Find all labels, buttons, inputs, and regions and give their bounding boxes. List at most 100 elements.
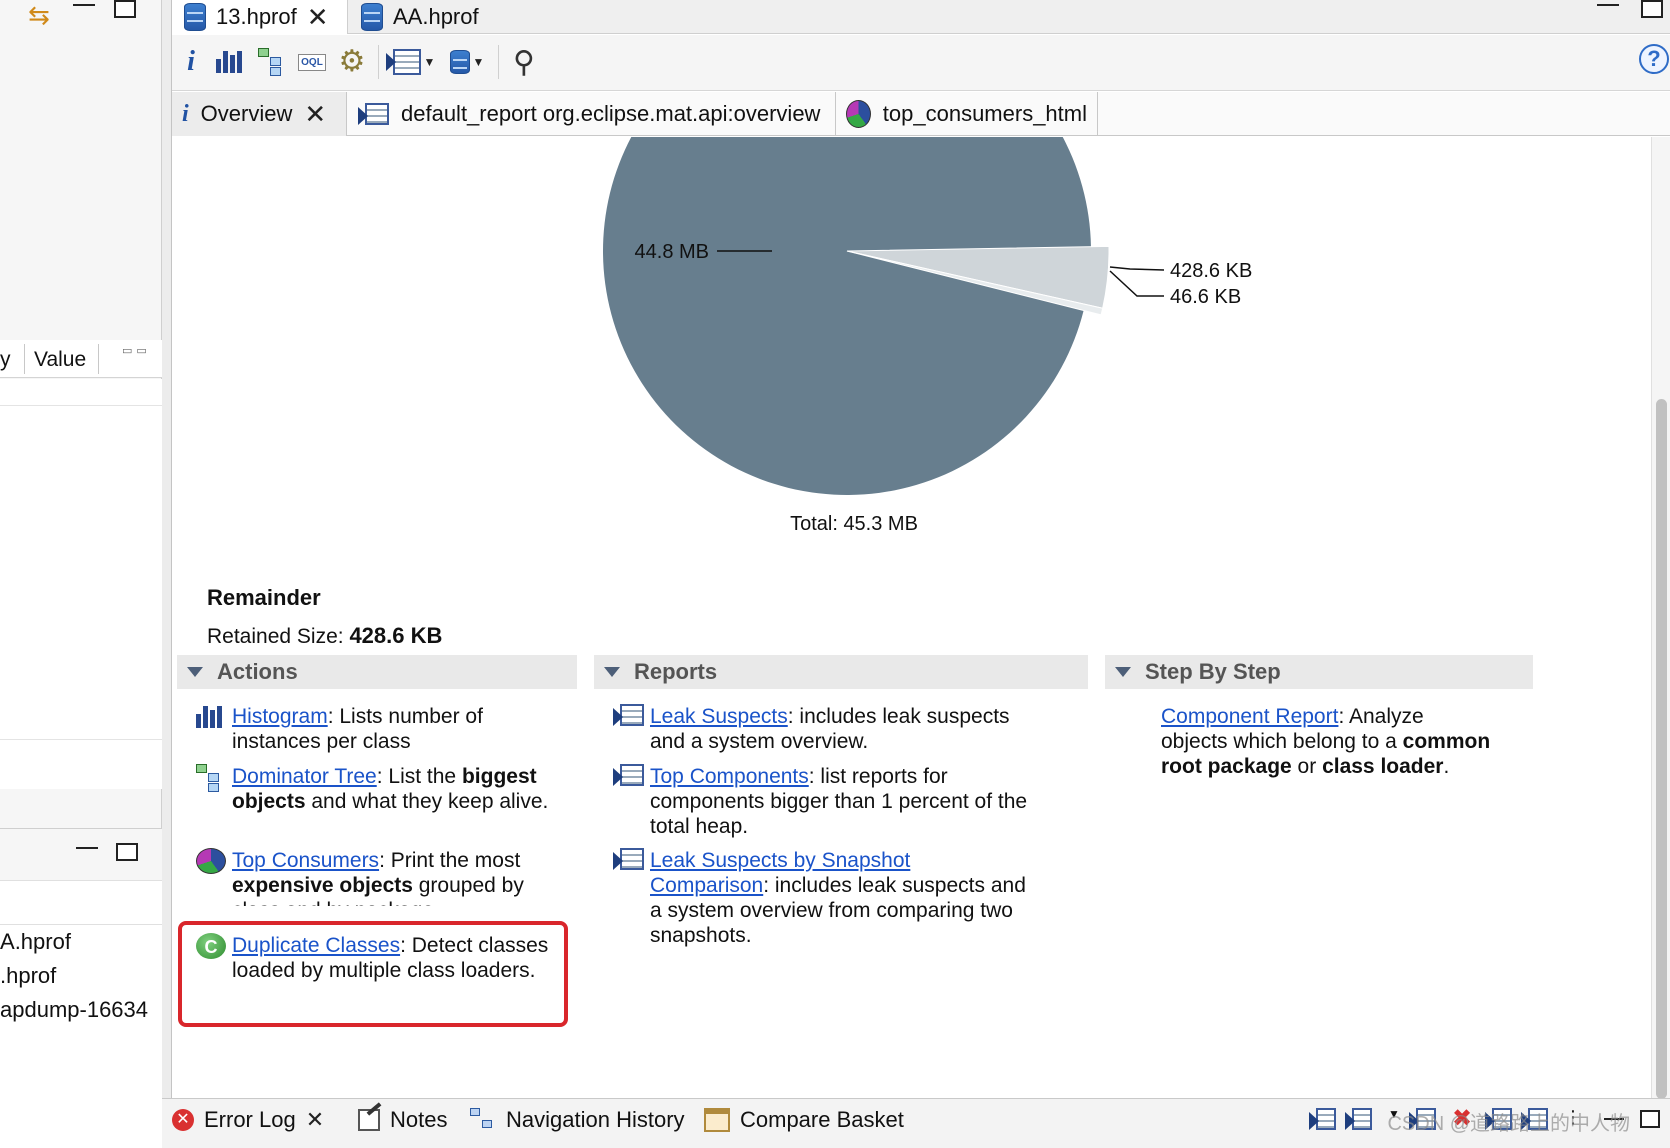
top-components-link[interactable]: Top Components: [650, 765, 809, 788]
search-icon[interactable]: ⚲: [506, 43, 542, 81]
column-divider[interactable]: [98, 344, 99, 374]
maximize-icon[interactable]: [1640, 1110, 1660, 1128]
result-tab-bar: i Overview ✕ default_report org.eclipse.…: [172, 92, 1670, 136]
action-top-consumers: Top Consumers: Print the most expensive …: [196, 848, 556, 906]
properties-table-body: [0, 379, 162, 789]
query-browser-icon[interactable]: ▼: [442, 43, 492, 81]
heap-dump-icon: [361, 3, 383, 31]
tab-13-hprof[interactable]: 13.hprof ✕: [172, 0, 348, 34]
heap-dump-overview-icon[interactable]: ⚙: [334, 43, 370, 81]
tab-aa-hprof[interactable]: AA.hprof: [349, 0, 491, 34]
chevron-down-icon[interactable]: ▼: [424, 55, 436, 69]
pie-total-label: Total: 45.3 MB: [790, 513, 918, 535]
step-description: or: [1291, 755, 1323, 778]
report-icon: [613, 764, 644, 790]
dominator-tree-icon: [196, 764, 226, 792]
step-by-step-section-header[interactable]: Step By Step: [1105, 655, 1533, 689]
chevron-down-icon[interactable]: ▼: [473, 55, 485, 69]
run-report-icon[interactable]: ▼: [385, 43, 442, 81]
step-description: .: [1443, 755, 1450, 778]
highlight-box: [178, 921, 568, 1027]
pie-slice-label: 428.6 KB: [1170, 260, 1252, 282]
column-value-header[interactable]: Value: [34, 348, 86, 372]
help-icon[interactable]: ?: [1639, 44, 1669, 74]
histogram-icon[interactable]: [212, 43, 246, 81]
pie-leader-line: [1109, 266, 1165, 271]
oql-icon[interactable]: OQL: [294, 43, 330, 81]
maximize-icon[interactable]: [1641, 0, 1663, 18]
minimize-icon[interactable]: [1597, 4, 1619, 6]
scrollbar-thumb[interactable]: [1656, 399, 1667, 1099]
maximize-icon[interactable]: [116, 843, 138, 861]
tab-label: AA.hprof: [393, 4, 479, 29]
slice-title: Remainder: [207, 585, 321, 610]
chevron-down-icon[interactable]: [187, 667, 203, 677]
dominator-tree-link[interactable]: Dominator Tree: [232, 765, 377, 788]
tab-navigation-history[interactable]: Navigation History: [470, 1107, 685, 1133]
reports-section-header[interactable]: Reports: [594, 655, 1088, 689]
sync-icon[interactable]: ⇆: [28, 0, 50, 31]
dominator-tree-icon[interactable]: [254, 43, 288, 81]
tab-label: Compare Basket: [740, 1107, 904, 1132]
report-icon: [613, 848, 644, 874]
heap-panel-title-bar: [0, 829, 162, 881]
leak-suspects-link[interactable]: Leak Suspects: [650, 705, 788, 728]
tab-compare-basket[interactable]: Compare Basket: [704, 1107, 904, 1133]
close-icon[interactable]: ✕: [306, 1109, 324, 1131]
import-log-icon[interactable]: [1345, 1108, 1372, 1130]
column-key-header[interactable]: y: [0, 348, 11, 372]
navigation-history-icon: [470, 1108, 496, 1132]
tab-label: Notes: [390, 1107, 448, 1132]
list-item[interactable]: A.hprof: [0, 925, 162, 959]
watermark-text: CSDN @道路路上的中人物: [1387, 1113, 1630, 1135]
minimize-icon[interactable]: [73, 4, 95, 6]
action-emphasis: expensive objects: [232, 874, 413, 897]
histogram-link[interactable]: Histogram: [232, 705, 328, 728]
tab-label: Overview: [200, 101, 293, 126]
pie-slice-label: 46.6 KB: [1170, 286, 1241, 308]
pie-slice-label: 44.8 MB: [635, 241, 709, 263]
chevron-down-icon[interactable]: [1115, 667, 1131, 677]
properties-view-controls-icon[interactable]: ▭▭: [122, 344, 151, 357]
tab-default-report[interactable]: default_report org.eclipse.mat.api:overv…: [347, 92, 836, 136]
tab-label: 13.hprof: [216, 4, 297, 29]
column-divider[interactable]: [24, 344, 25, 374]
tab-overview[interactable]: i Overview ✕: [172, 92, 347, 136]
pie-slice[interactable]: [603, 137, 1091, 495]
close-icon[interactable]: ✕: [307, 4, 329, 30]
close-icon[interactable]: ✕: [304, 101, 326, 127]
step-by-step-section: Step By Step: [1105, 655, 1533, 689]
retained-size-label: Retained Size:: [207, 625, 344, 648]
section-title: Step By Step: [1145, 659, 1281, 684]
actions-section: Actions: [177, 655, 577, 689]
vertical-scrollbar[interactable]: [1651, 137, 1670, 1099]
tab-notes[interactable]: Notes: [358, 1107, 447, 1133]
info-icon[interactable]: i: [176, 43, 206, 81]
chevron-down-icon[interactable]: [604, 667, 620, 677]
pie-icon: [196, 848, 226, 874]
left-panels: ⇆ y Value ▭▭ A.hprof .hprof apdump-16634: [0, 0, 162, 1148]
toolbar-separator: [378, 45, 379, 79]
tab-label: Error Log: [204, 1107, 296, 1132]
list-item[interactable]: .hprof: [0, 959, 162, 993]
tab-top-consumers[interactable]: top_consumers_html: [836, 92, 1098, 136]
editor-toolbar: i OQL ⚙ ▼ ▼ ⚲ ?: [172, 35, 1670, 91]
tab-error-log[interactable]: ✕ Error Log ✕: [172, 1107, 324, 1133]
compare-basket-icon: [704, 1108, 730, 1132]
table-row-divider: [0, 739, 162, 740]
section-title: Reports: [634, 659, 718, 684]
minimize-icon[interactable]: [76, 847, 98, 849]
maximize-icon[interactable]: [114, 0, 136, 18]
actions-section-header[interactable]: Actions: [177, 655, 577, 689]
step-emphasis: class loader: [1322, 755, 1444, 778]
table-row-divider: [0, 405, 162, 406]
histogram-icon: [196, 704, 226, 730]
tab-label: Navigation History: [506, 1107, 685, 1132]
retained-size-line: Retained Size: 428.6 KB: [207, 623, 442, 649]
notes-icon: [358, 1109, 380, 1131]
top-consumers-link[interactable]: Top Consumers: [232, 849, 379, 872]
tab-label: default_report org.eclipse.mat.api:overv…: [401, 101, 821, 126]
list-item[interactable]: apdump-16634: [0, 993, 162, 1027]
component-report-link[interactable]: Component Report: [1161, 705, 1338, 728]
export-log-icon[interactable]: [1309, 1108, 1336, 1130]
